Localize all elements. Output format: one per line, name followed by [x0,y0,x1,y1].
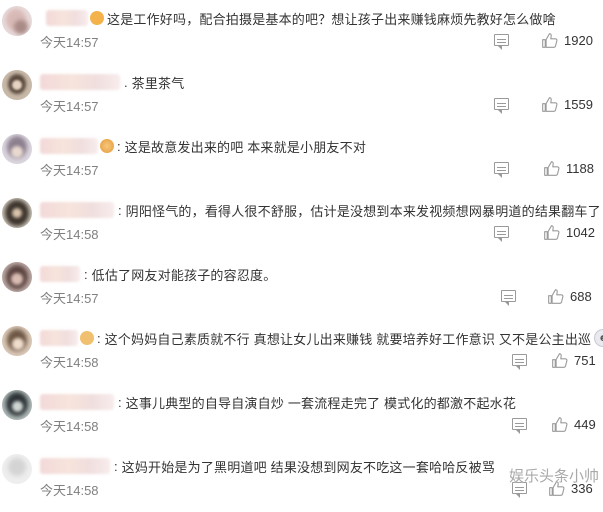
comment-time: 今天14:58 [40,419,99,434]
username[interactable] [40,266,80,282]
like-count: 1188 [566,161,594,176]
comment-time: 今天14:58 [40,483,99,498]
like-button[interactable]: 1042 [543,224,595,241]
reply-icon[interactable] [512,354,527,370]
thumbs-up-icon [544,225,560,240]
username[interactable] [40,394,114,410]
like-count: 751 [574,353,596,368]
thumbs-up-icon [544,161,560,176]
separator: . [124,74,128,90]
thumbs-up-icon [552,353,568,368]
avatar[interactable] [2,390,32,420]
separator: : [84,266,88,282]
comment-item: : 阴阳怪气的，看得人很不舒服，估计是没想到本来发视频想网暴明道的结果翻车了 今… [0,192,603,256]
thumbs-up-icon [552,417,568,432]
comment-time: 今天14:57 [40,163,99,178]
like-count: 449 [574,417,596,432]
avatar[interactable] [2,326,32,356]
comment-item: : 这事儿典型的自导自演自炒 一套流程走完了 模式化的都激不起水花 今天14:5… [0,384,603,448]
comment-time: 今天14:57 [40,35,99,50]
comment-item: : 这个妈妈自己素质就不行 真想让女儿出来赚钱 就要培养好工作意识 又不是公主出… [0,320,603,384]
username[interactable] [40,74,120,90]
separator: : [114,458,118,474]
like-count: 1559 [564,97,593,112]
like-button[interactable]: 449 [551,416,596,433]
avatar[interactable] [2,262,32,292]
thumbs-up-icon [542,97,558,112]
username[interactable] [40,202,114,218]
comment-text: 这妈开始是为了黑明道吧 结果没想到网友不吃这一套哈哈反被骂 [121,459,496,475]
vip-badge-icon [80,331,94,345]
like-button[interactable]: 1920 [541,32,593,49]
separator: : [118,394,122,410]
username[interactable] [40,138,98,154]
comment-text: 茶里茶气 [131,75,185,91]
comment-time: 今天14:58 [40,355,99,370]
like-count: 1920 [564,33,593,48]
avatar[interactable] [2,198,32,228]
watermark: 娱乐头条小帅 [508,467,599,485]
avatar[interactable] [2,134,32,164]
like-button[interactable]: 751 [551,352,596,369]
comment-time: 今天14:58 [40,227,99,242]
reply-icon[interactable] [494,226,509,242]
comment-text: 低估了网友对能孩子的容忍度。 [91,267,277,283]
separator: : [97,330,101,346]
separator: : [117,138,121,154]
separator: : [118,202,122,218]
avatar[interactable] [2,454,32,484]
comment-text: 这是故意发出来的吧 本来就是小朋友不对 [124,139,367,155]
comment-text: 这事儿典型的自导自演自炒 一套流程走完了 模式化的都激不起水花 [125,395,517,411]
thumbs-up-icon [548,289,564,304]
reply-icon[interactable] [494,98,509,114]
reply-icon[interactable] [494,34,509,50]
username[interactable] [46,10,88,26]
comment-text: 这个妈妈自己素质就不行 真想让女儿出来赚钱 就要培养好工作意识 又不是公主出巡 [104,331,592,347]
like-button[interactable]: 1188 [543,160,594,177]
comment-item: . 茶里茶气 今天14:57 1559 [0,64,603,128]
avatar[interactable] [2,6,32,36]
comment-list: 这是工作好吗，配合拍摄是基本的吧？想让孩子出来赚钱麻烦先教好怎么做啥 今天14:… [0,0,603,498]
reply-icon[interactable] [494,162,509,178]
reply-icon[interactable] [512,418,527,434]
like-button[interactable]: 688 [547,288,592,305]
comment-time: 今天14:57 [40,291,99,306]
like-count: 688 [570,289,592,304]
comment-time: 今天14:57 [40,99,99,114]
like-button[interactable]: 1559 [541,96,593,113]
comment-text: 这是工作好吗，配合拍摄是基本的吧？想让孩子出来赚钱麻烦先教好怎么做啥 [107,11,556,27]
like-count: 1042 [566,225,595,240]
vip-badge-icon [100,139,114,153]
comment-item: 这是工作好吗，配合拍摄是基本的吧？想让孩子出来赚钱麻烦先教好怎么做啥 今天14:… [0,0,603,64]
comment-text: 阴阳怪气的，看得人很不舒服，估计是没想到本来发视频想网暴明道的结果翻车了 [125,203,601,219]
vip-badge-icon [90,11,104,25]
avatar[interactable] [2,70,32,100]
thumbs-up-icon [542,33,558,48]
username[interactable] [40,330,78,346]
username[interactable] [40,458,110,474]
comment-item: : 低估了网友对能孩子的容忍度。 今天14:57 688 [0,256,603,320]
emoji-icon: ☻ [594,329,603,347]
comment-item: : 这是故意发出来的吧 本来就是小朋友不对 今天14:57 1188 [0,128,603,192]
reply-icon[interactable] [501,290,516,306]
